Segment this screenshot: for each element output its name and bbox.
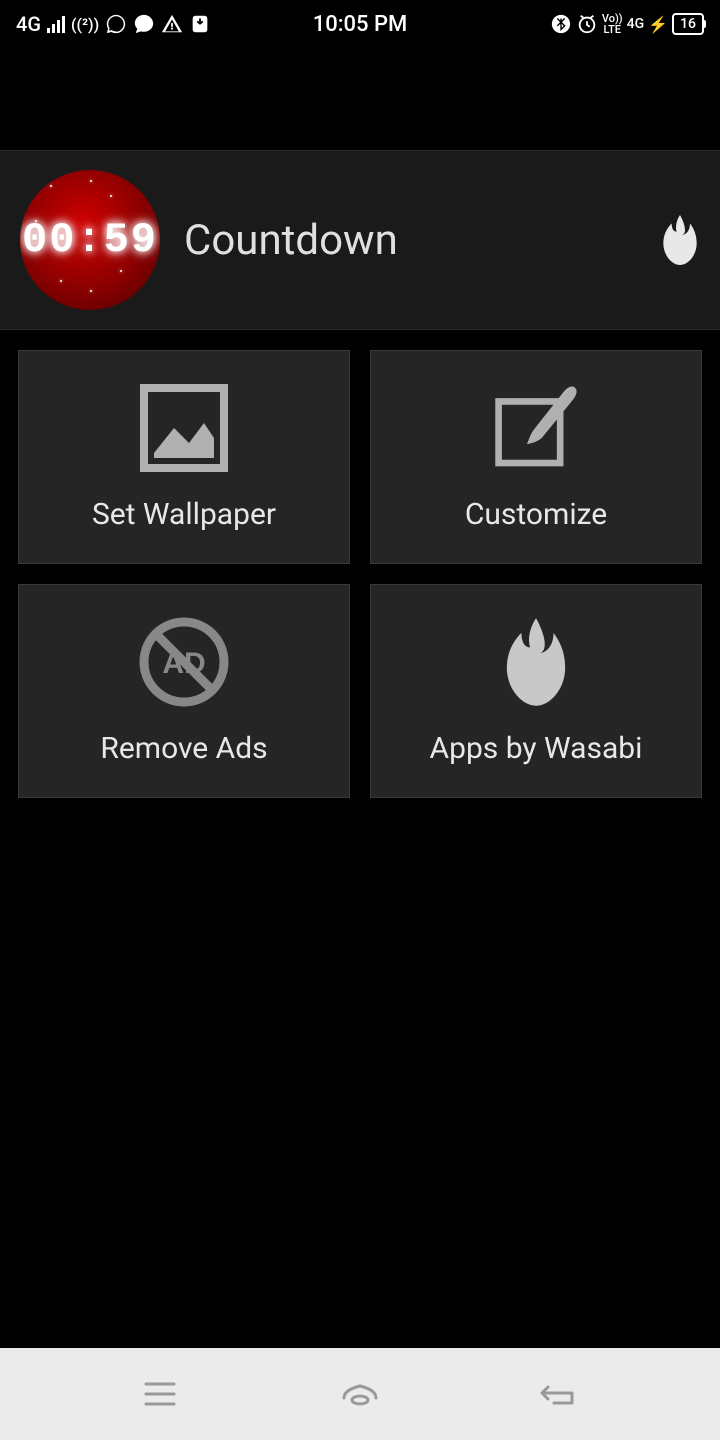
chat-icon: [133, 13, 155, 35]
wifi-icon: ((²)): [71, 15, 99, 34]
network-right: 4G: [627, 16, 645, 32]
battery-indicator: 16: [672, 13, 704, 35]
countdown-logo: 00:59: [20, 170, 160, 310]
recent-apps-button[interactable]: [130, 1374, 190, 1414]
tile-label: Remove Ads: [100, 731, 267, 766]
set-wallpaper-tile[interactable]: Set Wallpaper: [18, 350, 350, 564]
nav-bar: [0, 1348, 720, 1440]
brush-icon: [491, 383, 581, 473]
status-time: 10:05 PM: [313, 12, 408, 37]
status-right: Vo)) LTE 4G ⚡ 16: [550, 13, 704, 35]
download-icon: [189, 13, 211, 35]
bluetooth-icon: [550, 13, 572, 35]
alarm-icon: [576, 13, 598, 35]
flame-icon: [491, 617, 581, 707]
status-left: 4G ((²)): [16, 12, 211, 36]
home-button[interactable]: [330, 1374, 390, 1414]
tile-label: Customize: [465, 497, 607, 532]
back-button[interactable]: [530, 1374, 590, 1414]
app-title: Countdown: [184, 216, 660, 265]
remove-ads-tile[interactable]: AD Remove Ads: [18, 584, 350, 798]
network-label: 4G: [16, 12, 41, 36]
whatsapp-icon: [105, 13, 127, 35]
customize-tile[interactable]: Customize: [370, 350, 702, 564]
flame-icon[interactable]: [660, 215, 700, 265]
countdown-time: 00:59: [22, 216, 158, 264]
tile-grid: Set Wallpaper Customize AD Remove Ads: [0, 330, 720, 818]
warning-icon: [161, 13, 183, 35]
tile-label: Set Wallpaper: [92, 497, 276, 532]
image-icon: [139, 383, 229, 473]
charging-icon: ⚡: [648, 15, 668, 34]
app-header: 00:59 Countdown: [0, 150, 720, 330]
signal-icon: [47, 15, 65, 33]
no-ad-icon: AD: [139, 617, 229, 707]
tile-label: Apps by Wasabi: [430, 731, 643, 766]
status-bar: 4G ((²)) 10:05 PM: [0, 0, 720, 48]
apps-by-wasabi-tile[interactable]: Apps by Wasabi: [370, 584, 702, 798]
lte-indicator: Vo)) LTE: [602, 13, 623, 35]
